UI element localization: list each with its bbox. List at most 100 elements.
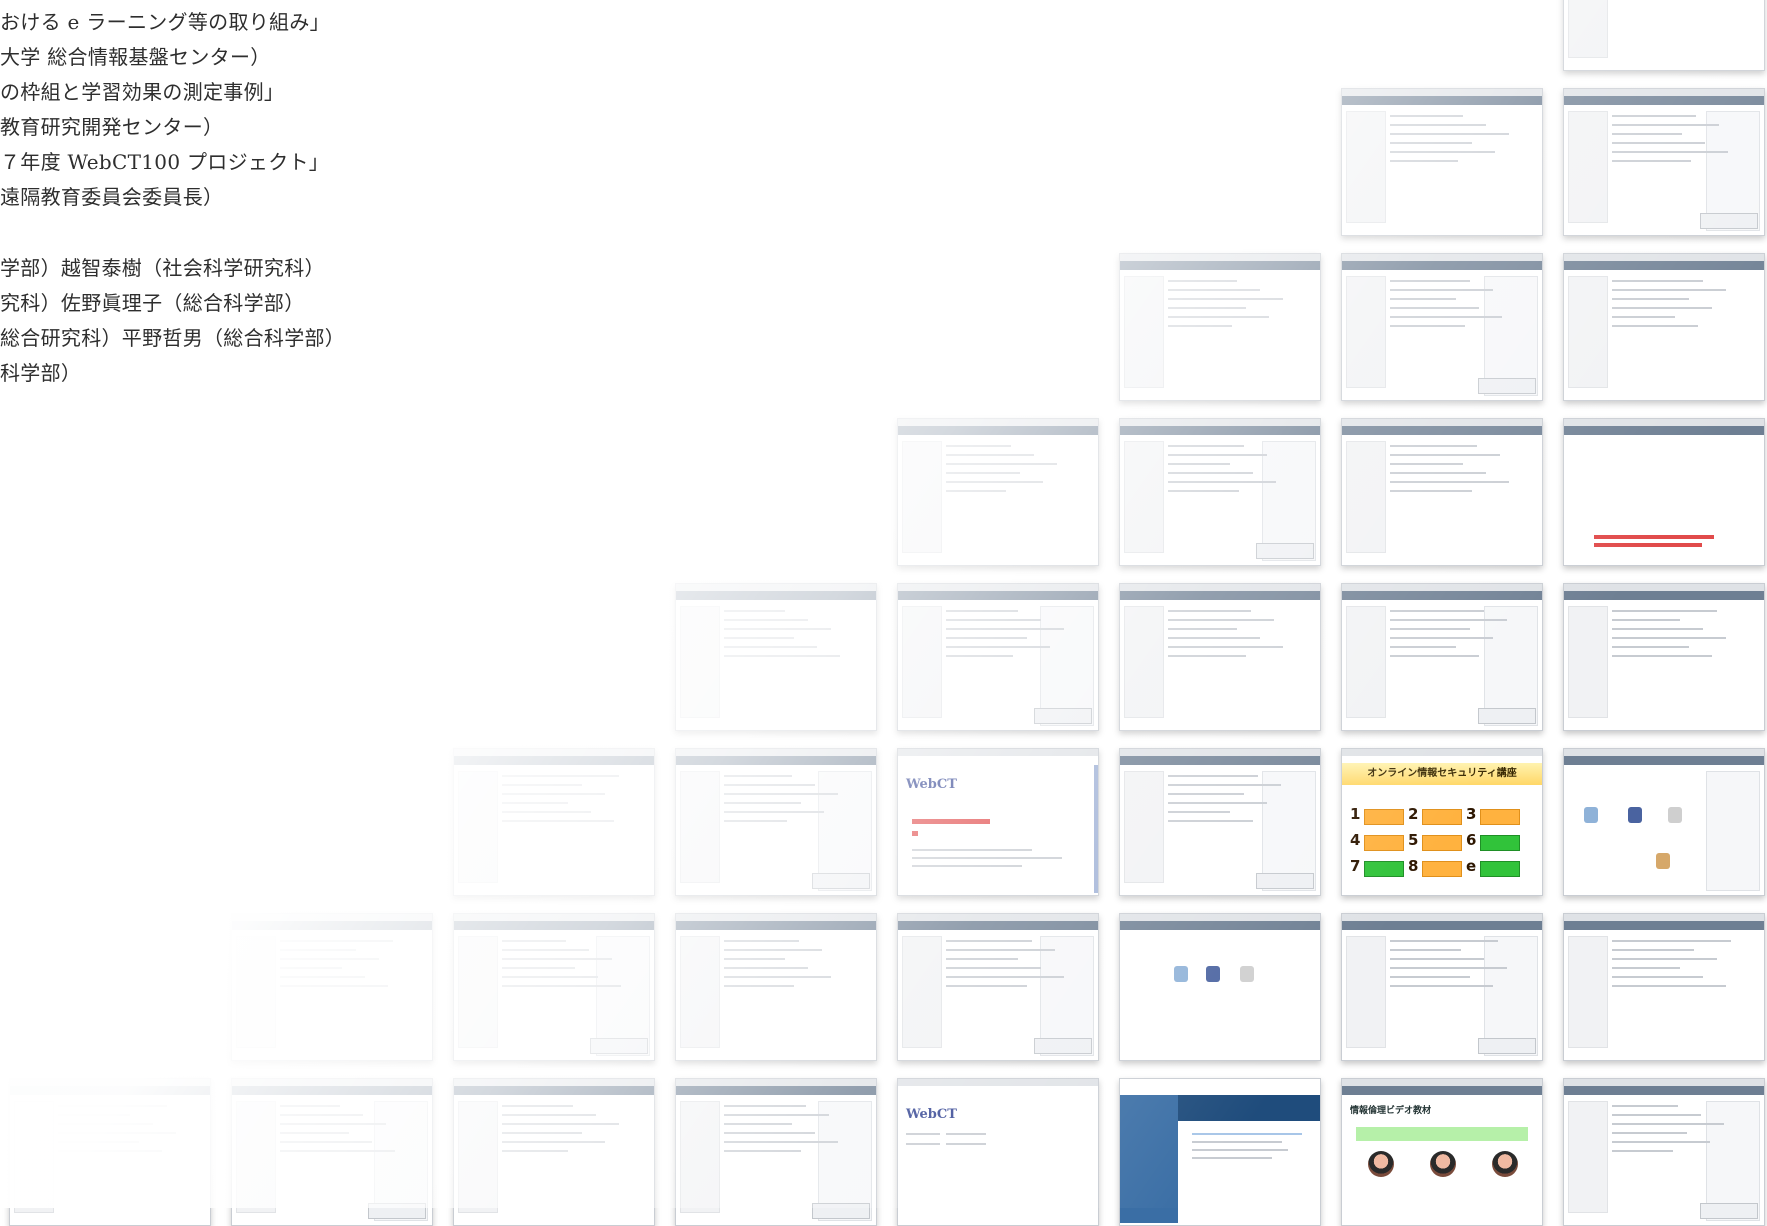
tile-text-line [502, 793, 605, 795]
tile-text-line [502, 985, 621, 987]
tile-navbar [454, 921, 654, 930]
webpage-thumbnail [1563, 88, 1765, 236]
security-number: 4 [1350, 831, 1361, 849]
tile-text-line [1612, 142, 1705, 144]
tile-text-line [1612, 940, 1731, 942]
tile-text-line [280, 940, 393, 942]
tile-titlebar [676, 914, 876, 921]
tile-text-line [1612, 307, 1712, 309]
security-number: 3 [1466, 805, 1477, 823]
tile-text-line [1612, 298, 1689, 300]
error-message-bar [912, 819, 990, 824]
tile-left-column [1568, 276, 1608, 388]
tile-text-line [946, 481, 1043, 483]
webpage-thumbnail [453, 913, 655, 1061]
tile-titlebar [676, 1079, 876, 1086]
tile-titlebar [676, 749, 876, 756]
tile-text-line [1168, 481, 1276, 483]
tile-text-line [1390, 940, 1498, 942]
tile-text-line [724, 646, 817, 648]
tile-text-line [502, 811, 591, 813]
tile-left-column [458, 1101, 498, 1213]
tile-text-line [724, 811, 824, 813]
text-line-5: ７年度 WebCT100 プロジェクト」 [0, 150, 330, 174]
tile-titlebar [898, 584, 1098, 591]
tile-text-line [1390, 619, 1507, 621]
tile-text-line [1390, 298, 1456, 300]
tile-navbar [676, 1086, 876, 1095]
tile-text-line [502, 1132, 582, 1134]
tile-text-line [1168, 637, 1260, 639]
tile-text-line [724, 802, 801, 804]
tile-titlebar [1564, 254, 1764, 261]
webpage-thumbnail [675, 1078, 877, 1226]
tile-titlebar [898, 749, 1098, 756]
scrollbar[interactable] [1094, 765, 1098, 893]
tile-text-line [1390, 151, 1495, 153]
text-line-4: 教育研究開発センター） [0, 115, 224, 139]
tile-text-line [1612, 151, 1728, 153]
tile-text-line [502, 958, 612, 960]
tile-text-line [946, 463, 1057, 465]
tile-text-line [946, 655, 1013, 657]
webct-logo: WebCT [906, 1107, 957, 1122]
security-number: 5 [1408, 831, 1419, 849]
tile-navbar [1342, 591, 1542, 600]
tile-titlebar [898, 1079, 1098, 1086]
webpage-thumbnail [1563, 0, 1765, 71]
tile-text-line [1390, 967, 1507, 969]
tile-text-line [280, 1123, 386, 1125]
tile-navbar [898, 591, 1098, 600]
tile-text-line [946, 967, 1041, 969]
tile-titlebar [898, 419, 1098, 426]
tile-text-line [946, 976, 1064, 978]
tile-text-line [1612, 316, 1675, 318]
tile-text-line [724, 637, 794, 639]
tile-navbar [1564, 591, 1764, 600]
highlight-bar [1594, 535, 1714, 539]
tile-text-line [1168, 454, 1267, 456]
security-course-title: オンライン情報セキュリティ講座 [1342, 763, 1542, 785]
tile-navbar [1342, 261, 1542, 270]
tile-titlebar [232, 1079, 432, 1086]
tile-table [1700, 213, 1758, 229]
webpage-thumbnail [1119, 748, 1321, 896]
webpage-thumbnail [897, 913, 1099, 1061]
webpage-thumbnail [231, 913, 433, 1061]
tile-text-line [1168, 298, 1283, 300]
tile-text-line [724, 775, 792, 777]
page: { "text_lines": [ "おける e ラーニング等の取り組み」", … [0, 0, 1767, 1226]
tile-text-line [1390, 490, 1472, 492]
tile-text-line [946, 490, 1006, 492]
webpage-thumbnail [1341, 913, 1543, 1061]
tile-text-line [1168, 490, 1239, 492]
tile-text-line [1168, 472, 1253, 474]
device-icon [1668, 807, 1682, 823]
tile-titlebar [1564, 749, 1764, 756]
face-image [1430, 1151, 1456, 1177]
tile-text-line [502, 976, 598, 978]
tile-text-line [1612, 133, 1682, 135]
portal-tile [1119, 1078, 1321, 1226]
ethics-video-title: 情報倫理ビデオ教材 [1350, 1106, 1432, 1116]
tile-table [368, 1203, 426, 1219]
webpage-thumbnail [1341, 583, 1543, 731]
tile-titlebar [1342, 1079, 1542, 1086]
tile-text-line [946, 619, 1041, 621]
tile-navbar [1120, 261, 1320, 270]
highlight-bar [1594, 543, 1702, 547]
tile-titlebar [1564, 89, 1764, 96]
device-icon [1240, 966, 1254, 982]
tile-text-line [280, 1141, 372, 1143]
tile-navbar [898, 426, 1098, 435]
tile-text-line [946, 940, 1032, 942]
tile-text-line [1390, 472, 1486, 474]
portal-sidebar [1120, 1095, 1178, 1223]
tile-text-line [724, 949, 822, 951]
tile-text-line [1612, 1105, 1678, 1107]
tile-navbar [676, 756, 876, 765]
tile-text-line [280, 976, 365, 978]
tile-text-line [1612, 1114, 1701, 1116]
tile-navbar [10, 1086, 210, 1095]
tile-text-line [724, 1105, 806, 1107]
